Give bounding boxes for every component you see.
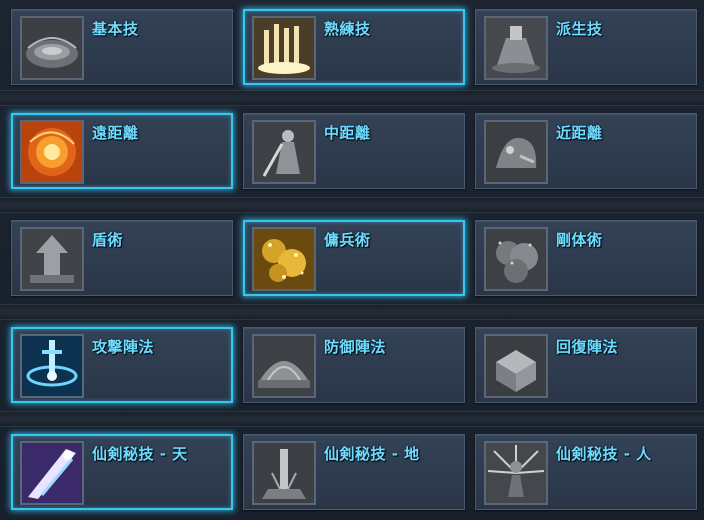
sky-slash-icon [20, 441, 84, 505]
skill-card-close-range[interactable]: 近距離 [475, 113, 697, 189]
skill-card-derived[interactable]: 派生技 [475, 9, 697, 85]
light-pillars-icon [252, 16, 316, 80]
skill-row-5: 仙剣秘技 - 天 仙剣秘技 - 地 仙剣秘技 - 人 [0, 425, 704, 517]
skill-category-panel: 基本技 熟練技 派生技 遠距離 中距離 近距離 盾術 傭兵術 剛体術 攻撃陣法 … [0, 0, 704, 520]
skill-label: 近距離 [556, 124, 603, 142]
skill-label: 遠距離 [92, 124, 139, 142]
skill-label: 仙剣秘技 - 天 [92, 445, 188, 463]
skill-card-shield[interactable]: 盾術 [11, 220, 233, 296]
skill-card-basic[interactable]: 基本技 [11, 9, 233, 85]
dust-cloud-icon [484, 227, 548, 291]
skill-card-long-range[interactable]: 遠距離 [11, 113, 233, 189]
skill-card-mid-range[interactable]: 中距離 [243, 113, 465, 189]
skill-card-secret-heaven[interactable]: 仙剣秘技 - 天 [11, 434, 233, 510]
skill-label: 仙剣秘技 - 地 [324, 445, 420, 463]
chest-icon [484, 334, 548, 398]
skill-card-rigid-body[interactable]: 剛体術 [475, 220, 697, 296]
skill-label: 中距離 [324, 124, 371, 142]
skill-label: 回復陣法 [556, 338, 619, 356]
skill-label: 仙剣秘技 - 人 [556, 445, 652, 463]
skill-card-defense-formation[interactable]: 防御陣法 [243, 327, 465, 403]
skill-label: 熟練技 [324, 20, 371, 38]
skill-label: 傭兵術 [324, 231, 371, 249]
radiant-figure-icon [484, 441, 548, 505]
skill-label: 盾術 [92, 231, 124, 249]
arena-icon [20, 16, 84, 80]
skill-card-secret-earth[interactable]: 仙剣秘技 - 地 [243, 434, 465, 510]
skill-row-1: 基本技 熟練技 派生技 [0, 0, 704, 92]
skill-label: 剛体術 [556, 231, 603, 249]
ground-blade-icon [252, 441, 316, 505]
warrior-icon [252, 120, 316, 184]
skill-card-mastery[interactable]: 熟練技 [243, 9, 465, 85]
skill-card-mercenary[interactable]: 傭兵術 [243, 220, 465, 296]
skill-row-4: 攻撃陣法 防御陣法 回復陣法 [0, 318, 704, 410]
chained-sword-icon [20, 334, 84, 398]
skill-label: 防御陣法 [324, 338, 387, 356]
skill-card-secret-human[interactable]: 仙剣秘技 - 人 [475, 434, 697, 510]
skill-row-2: 遠距離 中距離 近距離 [0, 104, 704, 196]
skill-label: 攻撃陣法 [92, 338, 155, 356]
monument-icon [484, 16, 548, 80]
gold-sparkle-icon [252, 227, 316, 291]
skill-row-3: 盾術 傭兵術 剛体術 [0, 211, 704, 303]
dome-icon [252, 334, 316, 398]
skill-label: 基本技 [92, 20, 139, 38]
beast-icon [484, 120, 548, 184]
fire-orb-icon [20, 120, 84, 184]
skill-card-attack-formation[interactable]: 攻撃陣法 [11, 327, 233, 403]
skill-label: 派生技 [556, 20, 603, 38]
shield-tower-icon [20, 227, 84, 291]
skill-card-recovery-formation[interactable]: 回復陣法 [475, 327, 697, 403]
